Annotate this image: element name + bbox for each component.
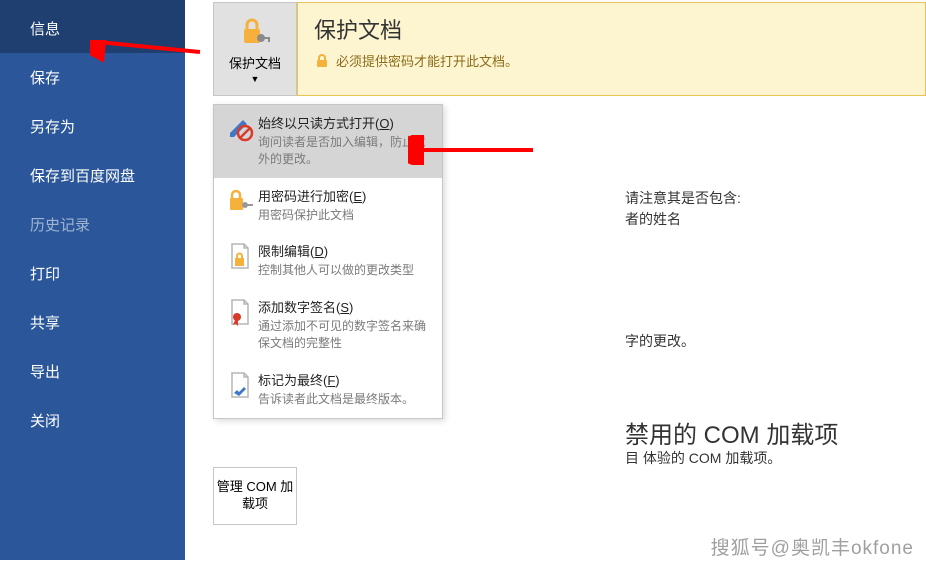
- menu-item-desc: 用密码保护此文档: [258, 207, 434, 224]
- menu-item-title: 用密码进行加密(E): [258, 186, 434, 205]
- menu-item-signature[interactable]: 添加数字签名(S) 通过添加不可见的数字签名来确保文档的完整性: [214, 289, 442, 362]
- doc-lock-icon: [222, 241, 258, 279]
- annotation-arrow-icon: [408, 135, 538, 165]
- menu-item-restrict[interactable]: 限制编辑(D) 控制其他人可以做的更改类型: [214, 233, 442, 289]
- bg-text: 字的更改。: [625, 331, 695, 351]
- banner-message: 必须提供密码才能打开此文档。: [336, 51, 518, 70]
- menu-item-title: 限制编辑(D): [258, 241, 434, 260]
- main-panel: 保护文档 ▼ 保护文档 必须提供密码才能打开此文档。: [185, 0, 926, 560]
- protect-banner: 保护文档 必须提供密码才能打开此文档。: [297, 2, 926, 96]
- pencil-blocked-icon: [222, 113, 258, 168]
- sidebar-item-export[interactable]: 导出: [0, 347, 185, 396]
- doc-ribbon-icon: [222, 297, 258, 352]
- menu-item-desc: 通过添加不可见的数字签名来确保文档的完整性: [258, 318, 434, 352]
- chevron-down-icon: ▼: [251, 74, 260, 84]
- lock-key-icon: [238, 15, 272, 49]
- protect-document-button[interactable]: 保护文档 ▼: [213, 2, 297, 96]
- menu-item-title: 标记为最终(F): [258, 370, 434, 389]
- banner-title: 保护文档: [314, 13, 909, 45]
- menu-item-title: 添加数字签名(S): [258, 297, 434, 316]
- lock-icon: [314, 53, 330, 69]
- sidebar-item-baidu[interactable]: 保存到百度网盘: [0, 151, 185, 200]
- sidebar-item-saveas[interactable]: 另存为: [0, 102, 185, 151]
- doc-check-icon: [222, 370, 258, 408]
- bg-text: 目 体验的 COM 加载项。: [625, 448, 781, 468]
- sidebar-item-print[interactable]: 打印: [0, 249, 185, 298]
- watermark-text: 搜狐号@奥凯丰okfone: [711, 533, 914, 560]
- sidebar-item-share[interactable]: 共享: [0, 298, 185, 347]
- protect-button-label: 保护文档: [229, 53, 281, 72]
- menu-item-title: 始终以只读方式打开(O): [258, 113, 434, 132]
- sidebar-item-history: 历史记录: [0, 200, 185, 249]
- com-addins-heading: 禁用的 COM 加载项: [625, 415, 838, 450]
- annotation-arrow-icon: [90, 40, 210, 90]
- menu-item-desc: 控制其他人可以做的更改类型: [258, 262, 434, 279]
- manage-com-addins-button[interactable]: 管理 COM 加载项: [213, 467, 297, 525]
- menu-item-encrypt[interactable]: 用密码进行加密(E) 用密码保护此文档: [214, 178, 442, 234]
- lock-key-icon: [222, 186, 258, 224]
- bg-text: 者的姓名: [625, 209, 681, 229]
- menu-item-markfinal[interactable]: 标记为最终(F) 告诉读者此文档是最终版本。: [214, 362, 442, 418]
- sidebar-item-close[interactable]: 关闭: [0, 396, 185, 445]
- menu-item-desc: 告诉读者此文档是最终版本。: [258, 391, 434, 408]
- bg-text: 请注意其是否包含:: [625, 188, 741, 208]
